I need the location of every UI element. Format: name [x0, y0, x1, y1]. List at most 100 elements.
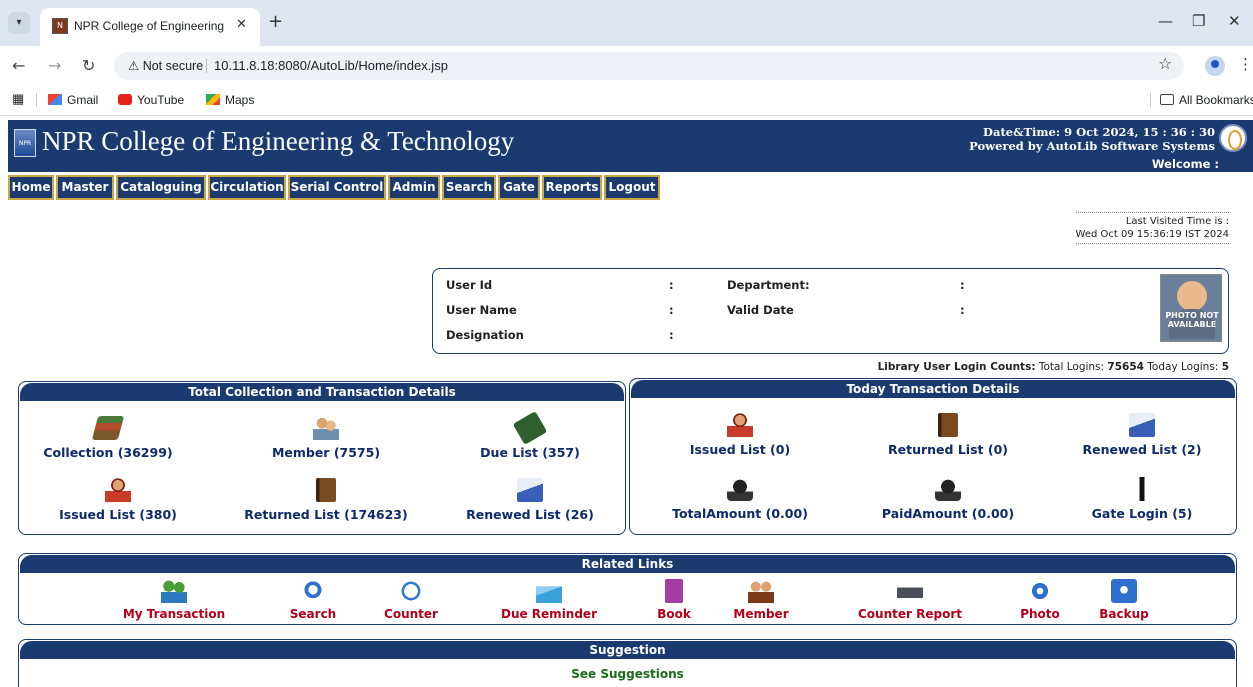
- address-bar[interactable]: ⚠ Not secure 10.11.8.18:8080/AutoLib/Hom…: [114, 52, 1184, 80]
- renewed-list-tile[interactable]: Renewed List (26): [455, 478, 605, 522]
- link-counter[interactable]: Counter: [371, 579, 451, 621]
- menu-cataloguing[interactable]: Cataloguing: [116, 175, 206, 200]
- bookmark-label: Maps: [225, 93, 255, 107]
- brown-book-icon: [316, 478, 336, 502]
- bookmarks-bar: ▦ Gmail YouTube Maps All Bookmarks: [0, 86, 1253, 116]
- link-label: Photo: [1020, 607, 1060, 621]
- photo-head-icon: [1177, 281, 1207, 311]
- bookmark-maps[interactable]: Maps: [206, 93, 254, 107]
- browser-tab-strip: ▾ N NPR College of Engineering & T ✕ + —…: [0, 0, 1253, 46]
- today-transaction-panel: Today Transaction Details Issued List (0…: [629, 378, 1237, 535]
- link-backup[interactable]: Backup: [1085, 579, 1163, 621]
- today-returned-tile[interactable]: Returned List (0): [858, 413, 1038, 457]
- tab-search-icon[interactable]: ▾: [8, 12, 30, 34]
- minimize-icon[interactable]: —: [1158, 12, 1173, 30]
- link-label: Backup: [1099, 607, 1149, 621]
- link-book[interactable]: Book: [641, 579, 707, 621]
- last-visited-label: Last Visited Time is :: [1125, 216, 1229, 227]
- counter-icon: [398, 579, 424, 603]
- reader-icon: [105, 478, 131, 502]
- department-label: Department:: [727, 278, 810, 292]
- total-amount-label: TotalAmount (0.00): [672, 506, 808, 521]
- due-list-label: Due List (357): [480, 445, 580, 460]
- login-counts: Library User Login Counts: Total Logins:…: [878, 361, 1229, 373]
- bookmark-label: YouTube: [137, 93, 185, 107]
- department-colon: :: [960, 278, 965, 292]
- books-stack-icon: [91, 416, 125, 440]
- blue-book-icon: [517, 478, 543, 502]
- menu-admin[interactable]: Admin: [388, 175, 440, 200]
- link-label: Counter: [384, 607, 438, 621]
- autolib-logo-icon: [1219, 124, 1247, 152]
- all-bookmarks[interactable]: All Bookmarks: [1160, 93, 1253, 107]
- total-collection-panel: Total Collection and Transaction Details…: [18, 381, 626, 535]
- suggestion-panel: Suggestion See Suggestions: [18, 639, 1237, 687]
- browser-menu-icon[interactable]: ⋮: [1238, 55, 1253, 73]
- warning-icon: ⚠: [128, 59, 140, 73]
- menu-search[interactable]: Search: [442, 175, 496, 200]
- close-window-icon[interactable]: ✕: [1228, 12, 1241, 30]
- total-collection-title: Total Collection and Transaction Details: [20, 383, 624, 401]
- link-photo[interactable]: Photo: [1005, 579, 1075, 621]
- menu-master[interactable]: Master: [56, 175, 114, 200]
- link-counter-report[interactable]: Counter Report: [845, 579, 975, 621]
- link-label: Counter Report: [858, 607, 962, 621]
- see-suggestions-link[interactable]: See Suggestions: [19, 667, 1236, 681]
- gate-login-tile[interactable]: Gate Login (5): [1062, 477, 1222, 521]
- today-renewed-tile[interactable]: Renewed List (2): [1062, 413, 1222, 457]
- browser-tab[interactable]: N NPR College of Engineering & T ✕: [40, 8, 260, 46]
- valid-date-colon: :: [960, 303, 965, 317]
- bookmark-youtube[interactable]: YouTube: [118, 93, 184, 107]
- due-list-tile[interactable]: Due List (357): [455, 411, 605, 460]
- forward-icon[interactable]: →: [48, 56, 61, 75]
- folder-icon: [1160, 94, 1174, 105]
- paid-amount-label: PaidAmount (0.00): [881, 506, 1015, 521]
- member-tile[interactable]: Member (7575): [251, 416, 401, 460]
- apps-grid-icon[interactable]: ▦: [12, 91, 24, 107]
- restore-icon[interactable]: ❐: [1192, 12, 1205, 30]
- menu-home[interactable]: Home: [8, 175, 54, 200]
- bookmark-star-icon[interactable]: ☆: [1158, 54, 1172, 73]
- related-links-title: Related Links: [20, 555, 1235, 573]
- url-text[interactable]: 10.11.8.18:8080/AutoLib/Home/index.jsp: [214, 58, 448, 73]
- brown-book-icon: [938, 413, 958, 437]
- member-label: Member (7575): [271, 445, 381, 460]
- menu-reports[interactable]: Reports: [542, 175, 602, 200]
- designation-label: Designation: [446, 328, 524, 342]
- link-label: Due Reminder: [500, 607, 597, 621]
- today-transaction-title: Today Transaction Details: [631, 380, 1235, 398]
- issued-list-tile[interactable]: Issued List (380): [33, 478, 203, 522]
- youtube-icon: [118, 94, 132, 105]
- link-my-transaction[interactable]: My Transaction: [109, 579, 239, 621]
- reload-icon[interactable]: ↻: [82, 56, 95, 75]
- menu-circulation[interactable]: Circulation: [208, 175, 286, 200]
- link-due-reminder[interactable]: Due Reminder: [489, 579, 609, 621]
- back-icon[interactable]: ←: [12, 56, 25, 75]
- menu-gate[interactable]: Gate: [498, 175, 540, 200]
- today-logins-value: 5: [1221, 361, 1229, 373]
- not-secure-indicator[interactable]: ⚠ Not secure: [128, 58, 203, 73]
- today-issued-tile[interactable]: Issued List (0): [650, 413, 830, 457]
- link-search[interactable]: Search: [273, 579, 353, 621]
- paid-amount-tile[interactable]: PaidAmount (0.00): [858, 477, 1038, 521]
- profile-avatar-icon[interactable]: [1205, 56, 1225, 76]
- menu-serial-control[interactable]: Serial Control: [288, 175, 386, 200]
- user-id-label: User Id: [446, 278, 493, 292]
- menu-logout[interactable]: Logout: [604, 175, 660, 200]
- new-tab-button[interactable]: +: [268, 11, 283, 32]
- printer-icon: [897, 579, 923, 603]
- user-info-box: User Id User Name Designation : : : Depa…: [432, 268, 1229, 354]
- today-issued-label: Issued List (0): [689, 442, 791, 457]
- valid-date-label: Valid Date: [727, 303, 794, 317]
- returned-list-tile[interactable]: Returned List (174623): [231, 478, 421, 522]
- photo-not-available-text: PHOTO NOT AVAILABLE: [1165, 311, 1219, 329]
- total-amount-tile[interactable]: TotalAmount (0.00): [650, 477, 830, 521]
- link-label: Book: [657, 607, 691, 621]
- backup-icon: [1111, 579, 1137, 603]
- powered-by-text: Powered by AutoLib Software Systems: [969, 139, 1215, 153]
- maps-icon: [206, 94, 220, 105]
- link-member[interactable]: Member: [719, 579, 803, 621]
- close-tab-icon[interactable]: ✕: [236, 17, 247, 32]
- bookmark-gmail[interactable]: Gmail: [48, 93, 98, 107]
- collection-tile[interactable]: Collection (36299): [33, 416, 183, 460]
